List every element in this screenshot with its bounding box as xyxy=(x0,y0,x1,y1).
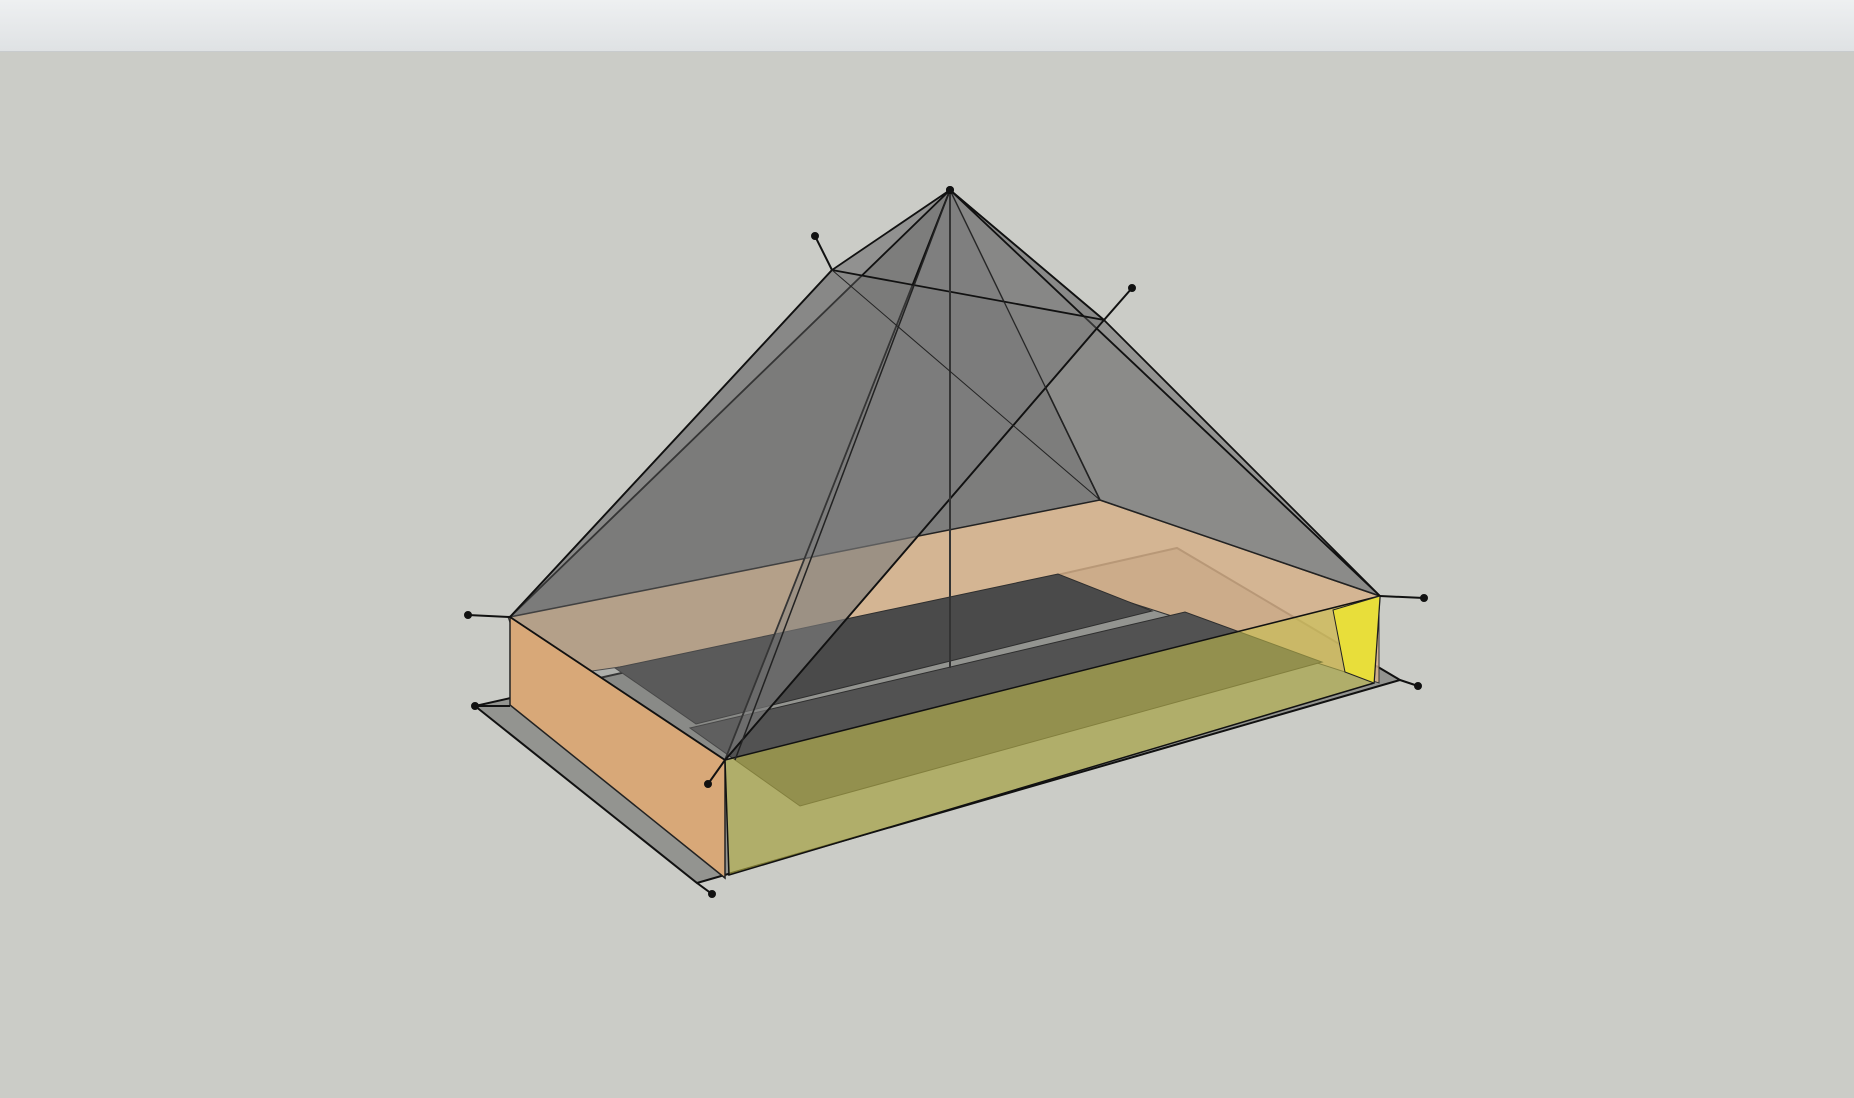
app-window xyxy=(0,0,1854,1098)
apex-point[interactable] xyxy=(946,186,954,194)
toolbar xyxy=(0,0,1854,52)
stake-icon xyxy=(1420,594,1428,602)
stake-icon xyxy=(704,780,712,788)
stake-icon xyxy=(1414,682,1422,690)
stake-icon xyxy=(1128,284,1136,292)
3d-viewport[interactable] xyxy=(0,52,1854,1098)
stake-icon xyxy=(464,611,472,619)
stake-icon xyxy=(708,890,716,898)
stake-icon xyxy=(811,232,819,240)
tent-model[interactable] xyxy=(0,52,1854,1098)
stake-icon xyxy=(471,702,479,710)
